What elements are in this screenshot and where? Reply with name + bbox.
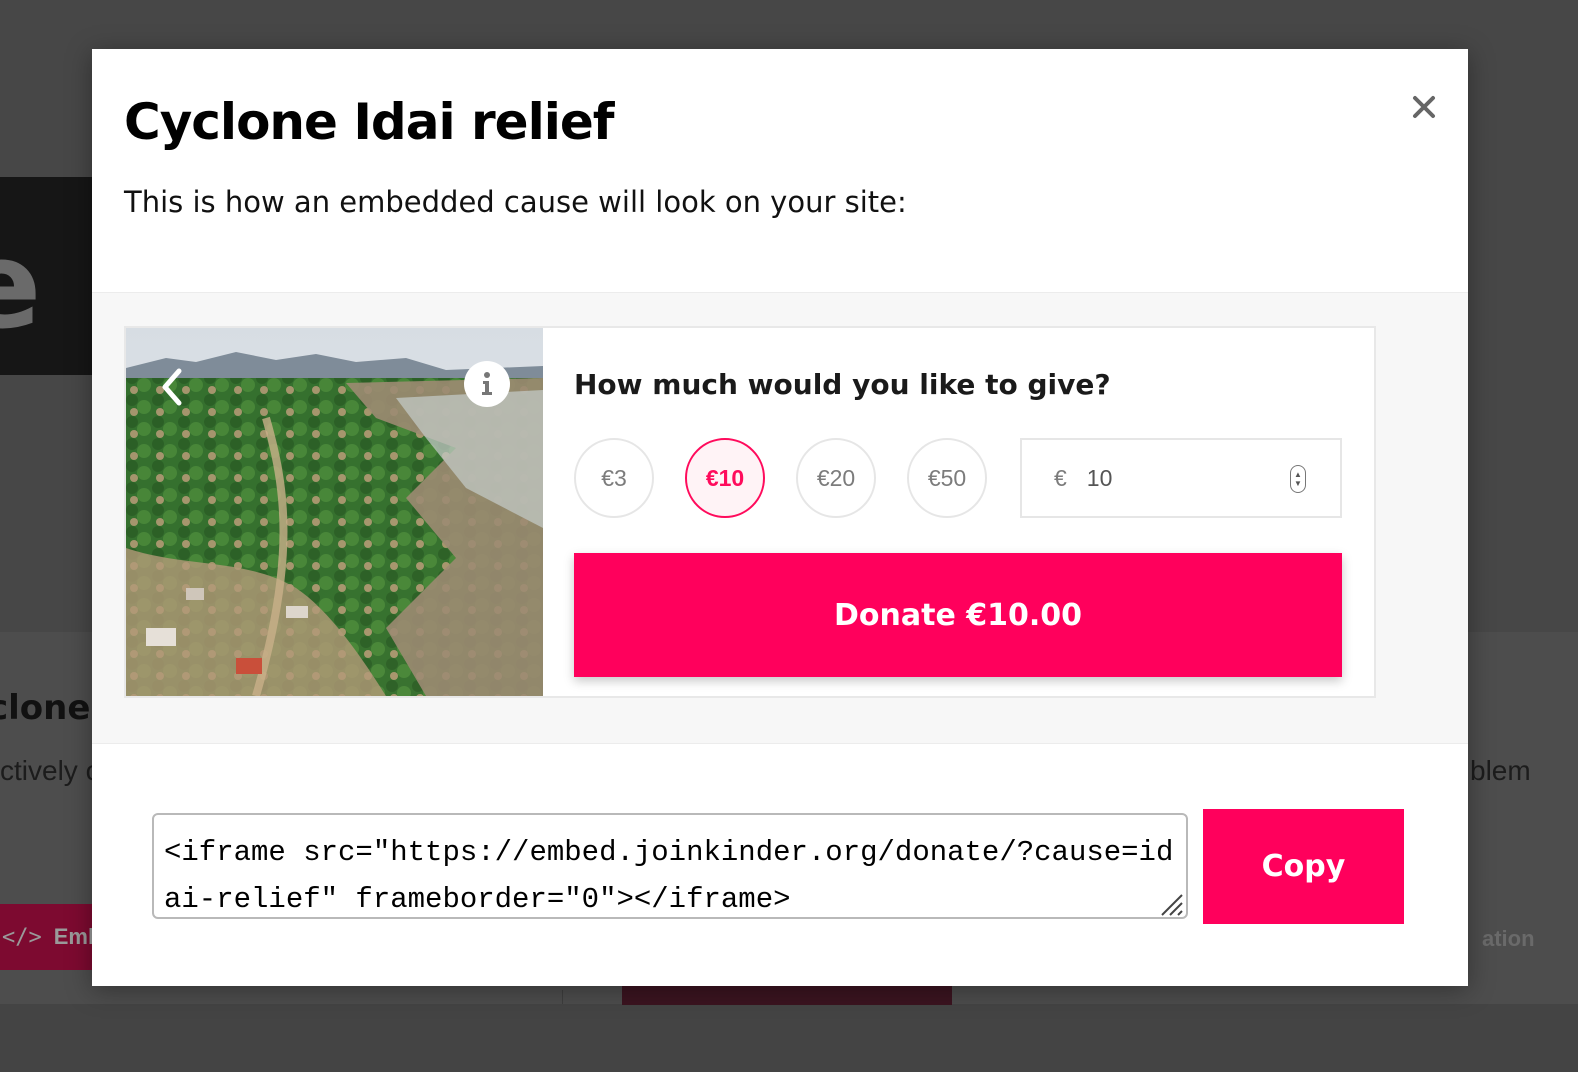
background-card-text: ctively c — [0, 755, 100, 786]
background-embed-button: </> Emb — [0, 904, 101, 970]
background-card-title: clone — [0, 688, 91, 728]
embed-code-textarea[interactable]: <iframe src="https://embed.joinkinder.or… — [152, 813, 1188, 919]
amount-option-20[interactable]: €20 — [796, 438, 876, 518]
amount-option-10[interactable]: €10 — [685, 438, 765, 518]
amount-option-3[interactable]: €3 — [574, 438, 654, 518]
close-icon — [1413, 96, 1435, 118]
preview-area: How much would you like to give? €3 €10 … — [92, 292, 1468, 744]
cause-photo — [126, 328, 543, 696]
donation-question: How much would you like to give? — [574, 368, 1111, 401]
modal-title: Cyclone Idai relief — [124, 93, 615, 151]
photo-info-button[interactable] — [464, 361, 510, 407]
photo-previous-button[interactable] — [152, 362, 192, 412]
embed-modal: Cyclone Idai relief This is how an embed… — [92, 49, 1468, 986]
currency-label: € — [1054, 464, 1067, 491]
copy-button[interactable]: Copy — [1203, 809, 1404, 924]
donate-button[interactable]: Donate €10.00 — [574, 553, 1342, 677]
background-card-text-right: blem — [1470, 755, 1531, 786]
background-hero-text: e e — [0, 217, 100, 356]
background-divider — [562, 990, 563, 1004]
resize-handle-icon[interactable] — [1156, 889, 1184, 917]
modal-subtitle: This is how an embedded cause will look … — [124, 185, 907, 219]
info-icon — [482, 372, 492, 395]
embedded-widget: How much would you like to give? €3 €10 … — [124, 326, 1376, 698]
amount-option-50[interactable]: €50 — [907, 438, 987, 518]
code-icon: </> — [2, 924, 42, 950]
number-stepper-icon[interactable]: ▲ ▼ — [1290, 465, 1306, 493]
background-media — [622, 985, 952, 1005]
close-button[interactable] — [1406, 89, 1442, 125]
background-right-button-label: ation — [1482, 926, 1535, 951]
custom-amount-input[interactable] — [1086, 464, 1277, 492]
custom-amount-field: € ▲▼ — [1020, 438, 1342, 518]
background-footer-area — [0, 1004, 1578, 1072]
background-hero: e e — [0, 177, 100, 375]
chevron-left-icon — [162, 368, 182, 406]
